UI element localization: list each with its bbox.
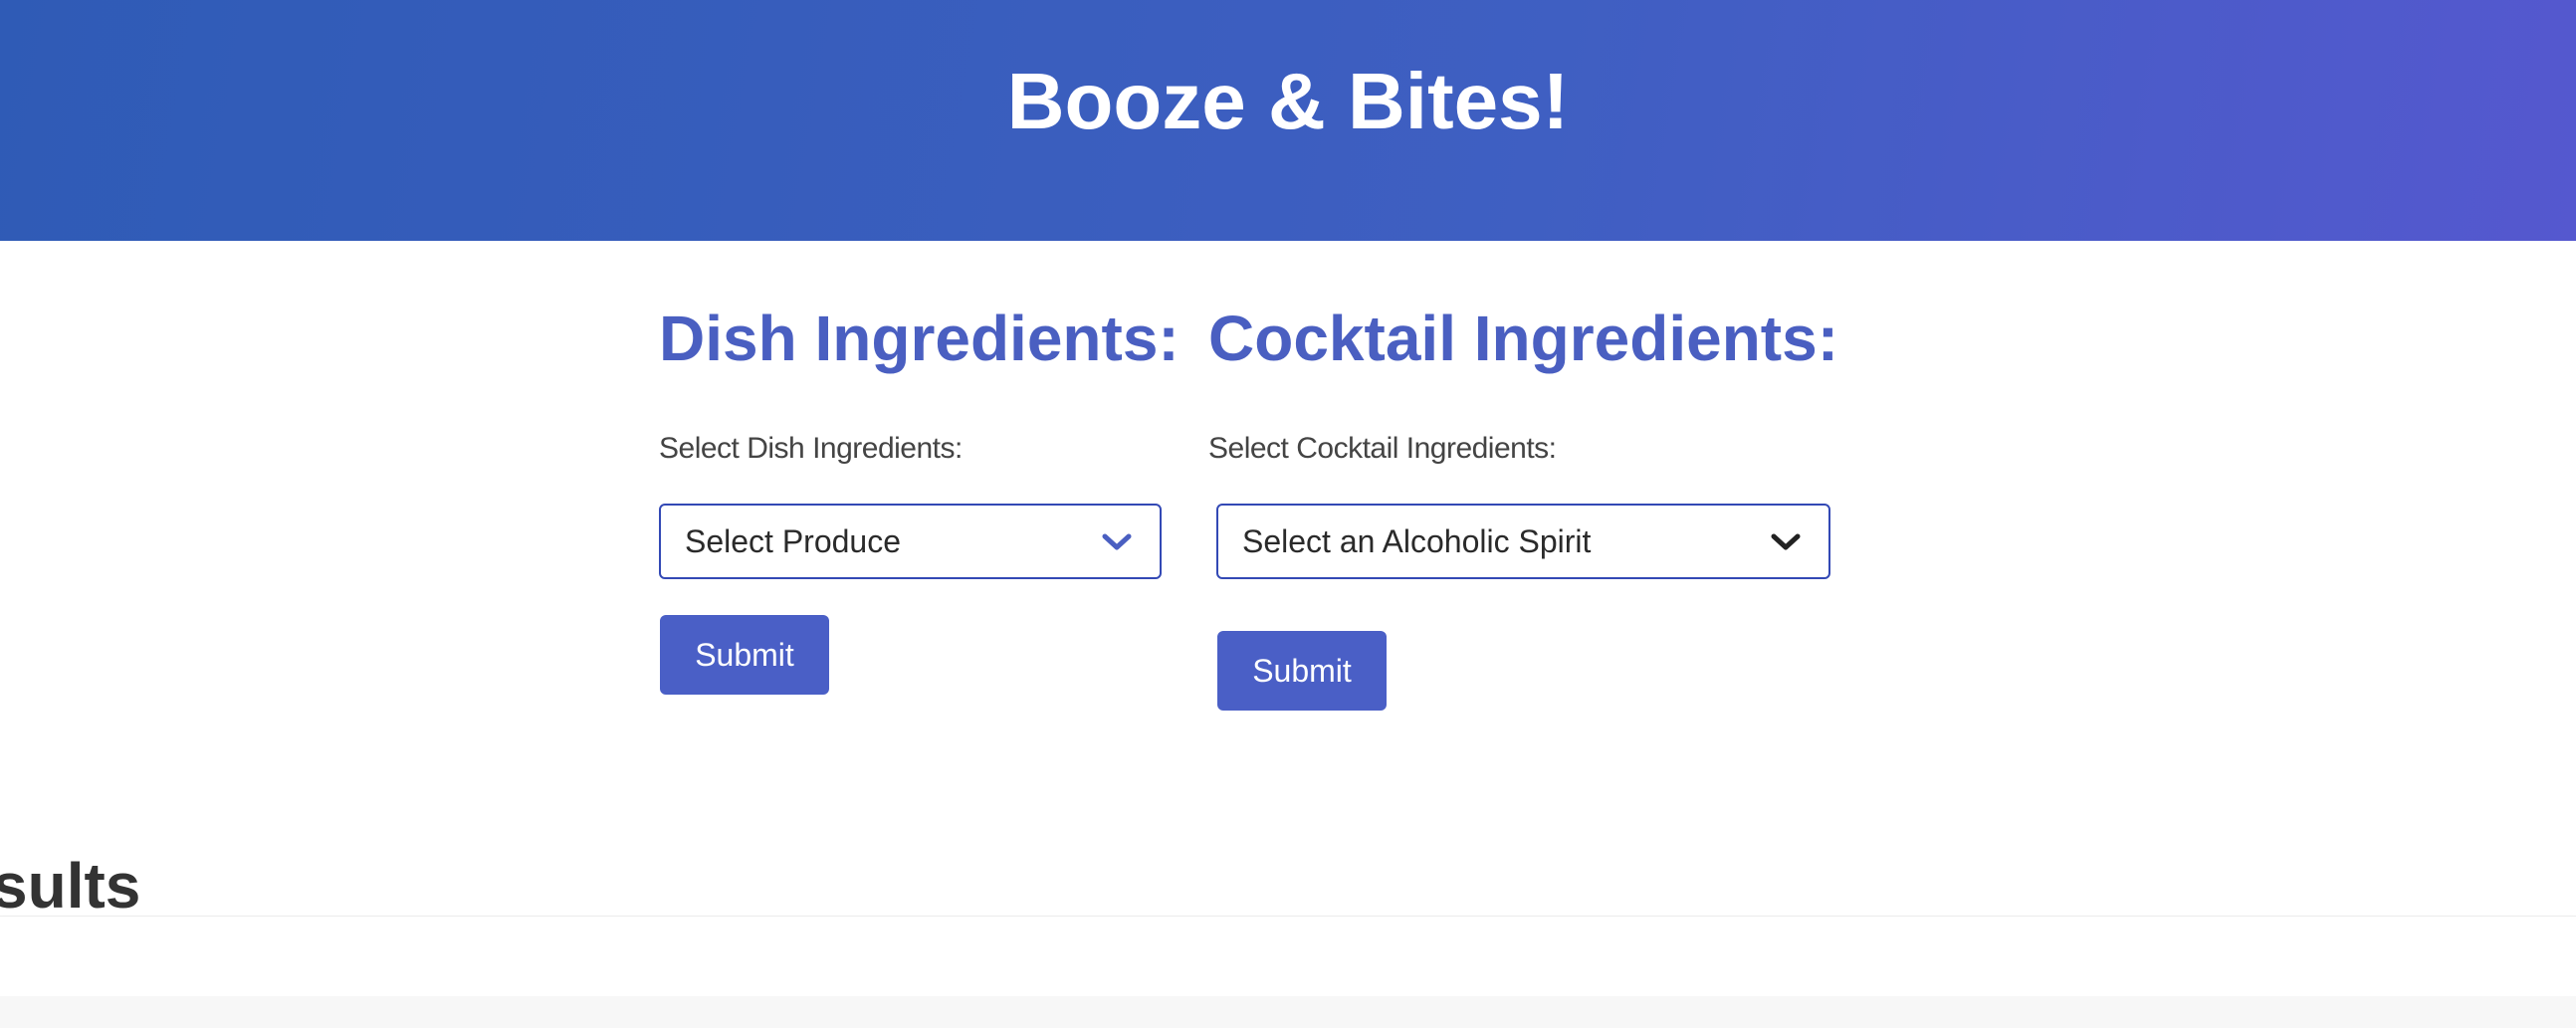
page-bottom-strip (0, 996, 2576, 1028)
app-title: Booze & Bites! (1006, 57, 1570, 145)
cocktail-heading: Cocktail Ingredients: (1208, 303, 1838, 374)
results-heading: sults (0, 850, 141, 922)
results-heading-container: sults (0, 836, 398, 945)
cocktail-submit-button[interactable]: Submit (1217, 631, 1387, 711)
dish-select-value: Select Produce (685, 522, 902, 559)
cocktail-spirit-select[interactable]: Select an Alcoholic Spirit (1216, 504, 1830, 579)
chevron-down-icon (1102, 533, 1132, 550)
cocktail-select-label: Select Cocktail Ingredients: (1208, 432, 1557, 465)
cocktail-select-value: Select an Alcoholic Spirit (1242, 522, 1592, 559)
dish-produce-select[interactable]: Select Produce (659, 504, 1162, 579)
dish-submit-button[interactable]: Submit (660, 615, 829, 695)
dish-select-label: Select Dish Ingredients: (659, 432, 963, 465)
chevron-down-icon (1771, 533, 1801, 550)
dish-heading: Dish Ingredients: (659, 303, 1180, 374)
